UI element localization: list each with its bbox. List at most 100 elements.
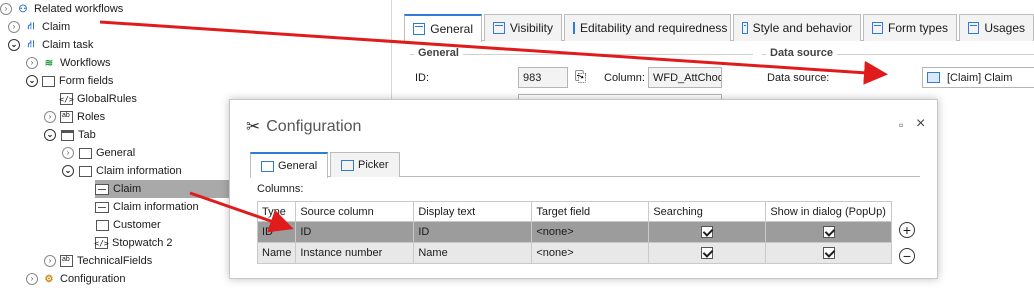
- dialog-tab-picker[interactable]: Picker: [330, 152, 400, 177]
- expand-icon[interactable]: ›: [8, 21, 20, 33]
- column-header-searching[interactable]: Searching: [648, 201, 767, 222]
- column-header-display[interactable]: Display text: [413, 201, 533, 222]
- searching-checkbox[interactable]: [701, 226, 714, 239]
- column-header-source[interactable]: Source column: [295, 201, 415, 222]
- cell-target[interactable]: <none>: [531, 242, 650, 264]
- tree-item-stopwatch[interactable]: </> Stopwatch 2: [94, 234, 173, 252]
- column-header-show[interactable]: Show in dialog (PopUp): [765, 201, 893, 222]
- tree-item-form-fields[interactable]: ⌄ Form fields: [26, 72, 113, 90]
- column-value: WFD_AttChoo: [653, 71, 722, 84]
- designer-tabs: General Visibility Editability and requi…: [404, 10, 1034, 42]
- tree-item-label: Roles: [77, 111, 106, 123]
- cell-target[interactable]: <none>: [531, 221, 650, 243]
- remove-row-button[interactable]: −: [899, 248, 915, 264]
- expand-icon[interactable]: ›: [44, 255, 56, 267]
- tree-item-customer[interactable]: Customer: [95, 216, 161, 234]
- show-checkbox[interactable]: [822, 226, 835, 239]
- choice-field-icon: [95, 182, 109, 196]
- general-tab-icon: [261, 160, 274, 172]
- text-field-icon: ab: [60, 111, 73, 123]
- tree-item-label: Workflows: [60, 57, 111, 69]
- tree-item-claim-information-field[interactable]: Claim information: [95, 198, 199, 216]
- cell-searching: [648, 242, 767, 264]
- datasource-icon: [927, 72, 940, 83]
- tree-item-related-workflows[interactable]: › ⚇ Related workflows: [0, 0, 392, 18]
- tab-label: General: [278, 160, 318, 172]
- tab-label: Usages: [984, 21, 1025, 35]
- tree-item-globalrules[interactable]: </> GlobalRules: [59, 90, 137, 108]
- collapse-icon[interactable]: ⌄: [8, 39, 20, 51]
- expand-icon[interactable]: ›: [62, 147, 74, 159]
- collapse-icon[interactable]: ⌄: [26, 75, 38, 87]
- searching-checkbox[interactable]: [701, 247, 714, 260]
- column-header-target[interactable]: Target field: [531, 201, 650, 222]
- picker-tab-icon: [341, 159, 354, 171]
- tree-item-label: Configuration: [60, 273, 126, 285]
- tree-item-label: Claim information: [113, 201, 199, 213]
- datasource-label: Data source:: [767, 72, 830, 84]
- show-checkbox[interactable]: [822, 247, 835, 260]
- tree-item-label: Claim information: [96, 165, 182, 177]
- datasource-field[interactable]: [Claim] Claim: [922, 67, 1034, 88]
- cell-show: [765, 242, 893, 264]
- tree-item-roles[interactable]: › ab Roles: [44, 108, 105, 126]
- tree-item-configuration[interactable]: › ⚙ Configuration: [26, 270, 125, 288]
- minimize-button[interactable]: ▫: [899, 118, 903, 132]
- column-header-type[interactable]: Type: [256, 201, 297, 222]
- tab-style[interactable]: Style and behavior: [733, 14, 861, 41]
- text-field-icon: ab: [60, 255, 73, 267]
- tree-item-claim-information[interactable]: ⌄ Claim information: [62, 162, 182, 180]
- tab-icon: [60, 128, 74, 142]
- cell-type[interactable]: Name: [256, 242, 297, 264]
- cell-source[interactable]: Instance number: [295, 242, 415, 264]
- table-row[interactable]: ID ID ID <none>: [256, 221, 893, 243]
- tree-item-label: Customer: [113, 219, 161, 231]
- tree-item-tab[interactable]: ⌄ Tab: [44, 126, 96, 144]
- tree-item-claim[interactable]: › ⛙ Claim: [8, 18, 70, 36]
- cell-display[interactable]: Name: [413, 242, 533, 264]
- copy-icon[interactable]: ⎘: [575, 68, 586, 85]
- form-types-tab-icon: [872, 22, 883, 34]
- group-icon: [78, 146, 92, 160]
- expand-icon[interactable]: ›: [0, 3, 12, 15]
- id-field[interactable]: 983: [518, 67, 568, 88]
- cell-source[interactable]: ID: [295, 221, 415, 243]
- tree-item-general[interactable]: › General: [62, 144, 135, 162]
- collapse-icon[interactable]: ⌄: [62, 165, 74, 177]
- cell-display[interactable]: ID: [413, 221, 533, 243]
- tree-item-workflows[interactable]: › ≋ Workflows: [26, 54, 111, 72]
- expand-icon[interactable]: ›: [26, 57, 38, 69]
- add-row-button[interactable]: +: [899, 222, 915, 238]
- configuration-dialog: ✂ Configuration ▫ × General Picker Colum…: [229, 99, 938, 279]
- tree-item-label: Claim task: [42, 39, 94, 51]
- tree-item-technicalfields[interactable]: › ab TechnicalFields: [44, 252, 152, 270]
- tree-item-label: Claim: [42, 21, 71, 33]
- tab-label: Form types: [887, 21, 948, 35]
- dialog-title: ✂ Configuration: [246, 117, 361, 137]
- table-row[interactable]: Name Instance number Name <none>: [256, 242, 893, 264]
- tree-item-label: Tab: [78, 129, 96, 141]
- tab-editability[interactable]: Editability and requiredness: [564, 14, 731, 41]
- cell-type[interactable]: ID: [256, 221, 297, 243]
- tab-form-types[interactable]: Form types: [863, 14, 957, 41]
- related-workflows-icon: ⚇: [18, 3, 28, 15]
- id-value: 983: [523, 71, 542, 84]
- tree-item-label: Related workflows: [34, 3, 124, 15]
- expand-icon[interactable]: ›: [26, 273, 38, 285]
- tab-usages[interactable]: Usages: [959, 14, 1034, 41]
- close-button[interactable]: ×: [916, 115, 925, 133]
- tree-item-claim-task[interactable]: ⌄ ⛙ Claim task: [8, 36, 93, 54]
- dialog-tab-general[interactable]: General: [250, 152, 329, 178]
- cell-show: [765, 221, 893, 243]
- tree-item-label: Claim: [113, 183, 142, 195]
- tab-visibility[interactable]: Visibility: [484, 14, 562, 41]
- collapse-icon[interactable]: ⌄: [44, 129, 56, 141]
- column-field[interactable]: WFD_AttChoo: [648, 67, 722, 88]
- expand-icon[interactable]: ›: [44, 111, 56, 123]
- dialog-title-text: Configuration: [266, 118, 362, 135]
- datasource-value: [Claim] Claim: [947, 71, 1013, 84]
- tab-general[interactable]: General: [404, 14, 482, 42]
- grid-header-row: Type Source column Display text Target f…: [256, 201, 893, 222]
- code-icon: </>: [59, 93, 74, 105]
- form-fields-icon: [42, 75, 55, 87]
